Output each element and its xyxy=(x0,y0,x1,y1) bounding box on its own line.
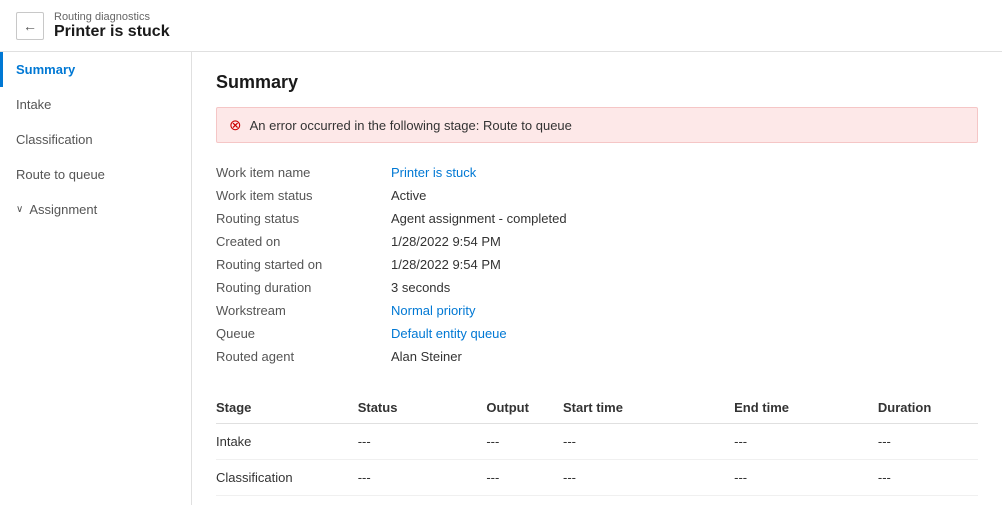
sidebar-item-label: Summary xyxy=(16,62,75,77)
col-header-end-time: End time xyxy=(734,392,878,424)
cell-stage[interactable]: Route to queue xyxy=(216,496,358,505)
sidebar-item-assignment[interactable]: ∨ Assignment xyxy=(0,192,191,227)
info-label-routing-started-on: Routing started on xyxy=(216,257,391,272)
info-row-workstream: Workstream Normal priority xyxy=(216,299,978,322)
cell-end-time: --- xyxy=(734,424,878,460)
info-label-queue: Queue xyxy=(216,326,391,341)
sidebar-item-classification[interactable]: Classification xyxy=(0,122,191,157)
col-header-start-time: Start time xyxy=(563,392,734,424)
header: ← Routing diagnostics Printer is stuck xyxy=(0,0,1002,52)
cell-output: --- xyxy=(486,424,563,460)
info-value-routing-started-on: 1/28/2022 9:54 PM xyxy=(391,257,501,272)
header-text: Routing diagnostics Printer is stuck xyxy=(54,11,170,41)
info-value-workstream[interactable]: Normal priority xyxy=(391,303,476,318)
info-row-routing-status: Routing status Agent assignment - comple… xyxy=(216,207,978,230)
cell-duration: 0 seconds xyxy=(878,496,978,505)
layout: Summary Intake Classification Route to q… xyxy=(0,52,1002,505)
info-value-work-item-name[interactable]: Printer is stuck xyxy=(391,165,476,180)
sidebar-item-label: Intake xyxy=(16,97,51,112)
table-row: Classification--------------- xyxy=(216,460,978,496)
header-subtitle: Routing diagnostics xyxy=(54,11,170,23)
cell-duration: --- xyxy=(878,424,978,460)
cell-end-time: --- xyxy=(734,460,878,496)
table-row: Intake--------------- xyxy=(216,424,978,460)
info-row-created-on: Created on 1/28/2022 9:54 PM xyxy=(216,230,978,253)
col-header-status: Status xyxy=(358,392,487,424)
page-title: Summary xyxy=(216,72,978,93)
chevron-down-icon: ∨ xyxy=(16,204,23,215)
sidebar-item-label: Classification xyxy=(16,132,93,147)
info-label-routed-agent: Routed agent xyxy=(216,349,391,364)
col-header-stage: Stage xyxy=(216,392,358,424)
cell-start-time: --- xyxy=(563,460,734,496)
sidebar-item-route-to-queue[interactable]: Route to queue xyxy=(0,157,191,192)
info-value-routing-duration: 3 seconds xyxy=(391,280,450,295)
stages-table: Stage Status Output Start time End time … xyxy=(216,392,978,505)
back-button[interactable]: ← xyxy=(16,12,44,40)
header-title: Printer is stuck xyxy=(54,23,170,41)
cell-duration: --- xyxy=(878,460,978,496)
info-value-work-item-status: Active xyxy=(391,188,426,203)
error-banner: ⊗ An error occurred in the following sta… xyxy=(216,107,978,143)
info-row-routed-agent: Routed agent Alan Steiner xyxy=(216,345,978,368)
table-row: Route to queue✘Error---1/28/2022 9:54 PM… xyxy=(216,496,978,505)
cell-stage: Intake xyxy=(216,424,358,460)
info-row-routing-started-on: Routing started on 1/28/2022 9:54 PM xyxy=(216,253,978,276)
cell-output: --- xyxy=(486,460,563,496)
table-header-row: Stage Status Output Start time End time … xyxy=(216,392,978,424)
info-label-created-on: Created on xyxy=(216,234,391,249)
main-content: Summary ⊗ An error occurred in the follo… xyxy=(192,52,1002,505)
info-label-workstream: Workstream xyxy=(216,303,391,318)
info-label-work-item-name: Work item name xyxy=(216,165,391,180)
info-value-routing-status: Agent assignment - completed xyxy=(391,211,567,226)
cell-start-time: --- xyxy=(563,424,734,460)
info-label-routing-duration: Routing duration xyxy=(216,280,391,295)
sidebar-item-label: Route to queue xyxy=(16,167,105,182)
info-row-work-item-status: Work item status Active xyxy=(216,184,978,207)
info-value-created-on: 1/28/2022 9:54 PM xyxy=(391,234,501,249)
info-label-routing-status: Routing status xyxy=(216,211,391,226)
error-circle-icon: ⊗ xyxy=(229,116,242,134)
cell-status: --- xyxy=(358,424,487,460)
error-banner-text: An error occurred in the following stage… xyxy=(250,118,572,133)
cell-status: --- xyxy=(358,460,487,496)
sidebar-item-summary[interactable]: Summary xyxy=(0,52,191,87)
col-header-duration: Duration xyxy=(878,392,978,424)
cell-end-time: 1/28/2022 9:5... xyxy=(734,496,878,505)
info-value-queue[interactable]: Default entity queue xyxy=(391,326,507,341)
cell-stage: Classification xyxy=(216,460,358,496)
info-value-routed-agent: Alan Steiner xyxy=(391,349,462,364)
cell-start-time: 1/28/2022 9:54 PM xyxy=(563,496,734,505)
info-row-routing-duration: Routing duration 3 seconds xyxy=(216,276,978,299)
info-row-queue: Queue Default entity queue xyxy=(216,322,978,345)
info-label-work-item-status: Work item status xyxy=(216,188,391,203)
sidebar: Summary Intake Classification Route to q… xyxy=(0,52,192,505)
cell-output: --- xyxy=(486,496,563,505)
back-icon: ← xyxy=(23,18,37,34)
info-row-work-item-name: Work item name Printer is stuck xyxy=(216,161,978,184)
col-header-output: Output xyxy=(486,392,563,424)
sidebar-item-label: Assignment xyxy=(29,202,97,217)
info-table: Work item name Printer is stuck Work ite… xyxy=(216,161,978,368)
cell-status: ✘Error xyxy=(358,496,487,505)
sidebar-item-intake[interactable]: Intake xyxy=(0,87,191,122)
